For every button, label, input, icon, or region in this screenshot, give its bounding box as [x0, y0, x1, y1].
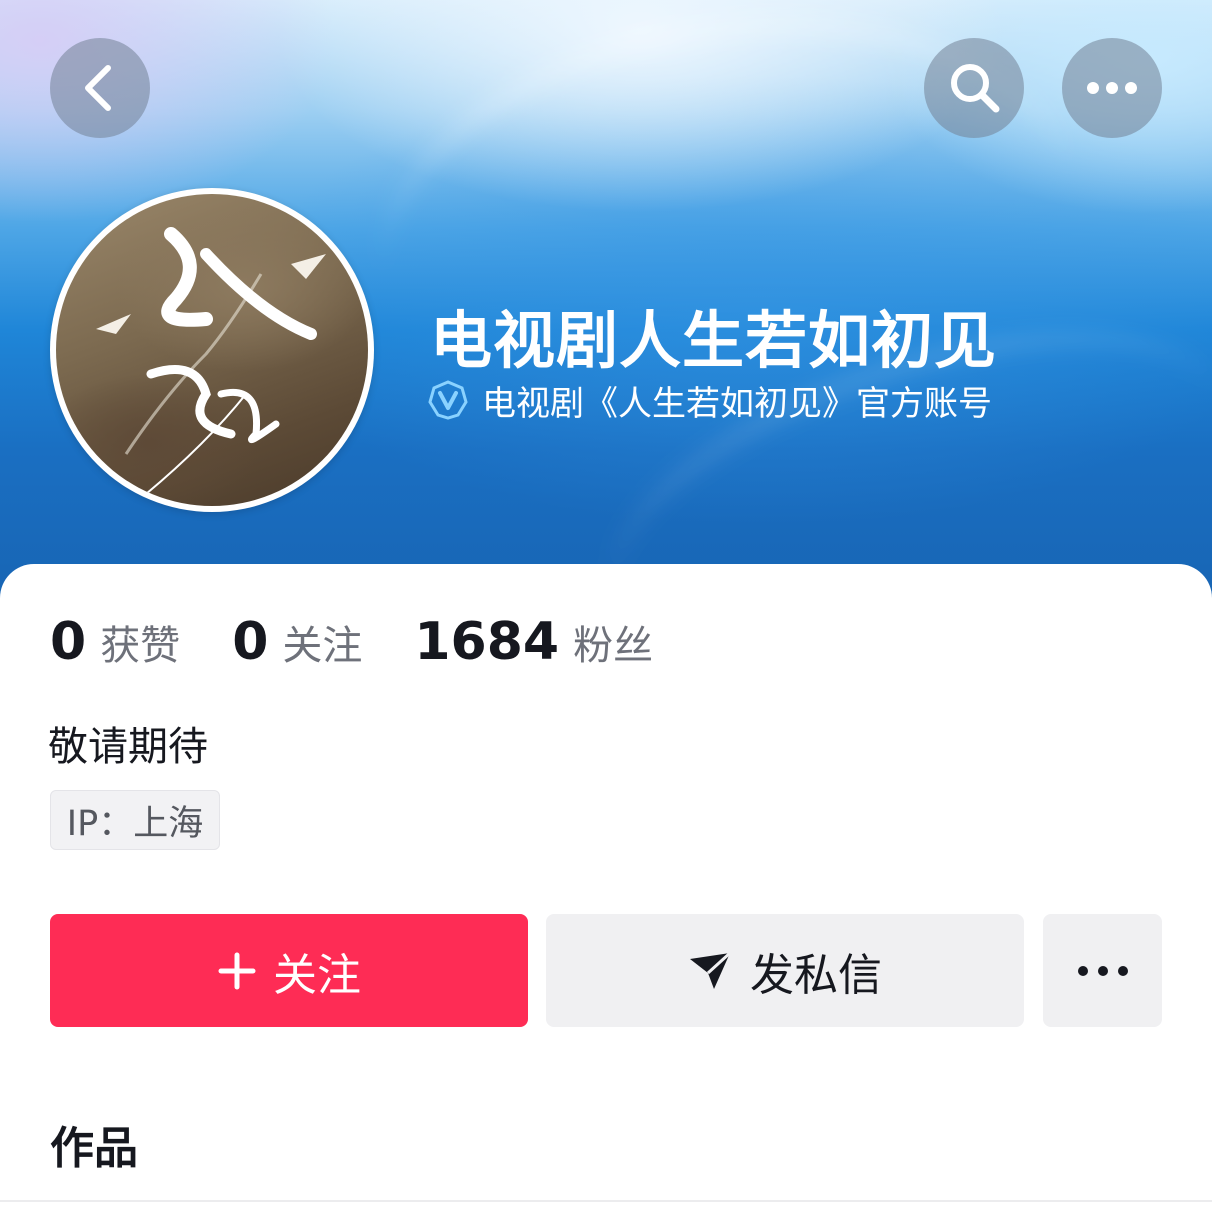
stat-value: 0 [50, 612, 87, 672]
stat-label: 关注 [282, 623, 363, 669]
profile-name: 电视剧人生若如初见 [430, 304, 998, 377]
stat-following[interactable]: 0 关注 [232, 612, 362, 672]
divider [0, 1200, 1212, 1202]
profile-bio: 敬请期待 [48, 724, 208, 770]
more-actions-button[interactable] [1043, 914, 1162, 1027]
more-button[interactable] [1062, 38, 1162, 138]
stat-label: 获赞 [100, 623, 181, 669]
plus-icon [218, 952, 256, 989]
send-message-button[interactable]: 发私信 [546, 914, 1024, 1027]
ip-location-tag: IP：上海 [50, 790, 220, 850]
follow-label: 关注 [273, 949, 361, 1001]
verified-row: 电视剧《人生若如初见》官方账号 [428, 378, 992, 424]
chevron-left-icon [85, 65, 111, 111]
send-icon [690, 951, 732, 989]
more-dots-icon [1077, 965, 1128, 976]
follow-button[interactable]: 关注 [50, 914, 528, 1027]
stat-likes[interactable]: 0 获赞 [50, 612, 180, 672]
send-message-label: 发私信 [750, 949, 882, 1001]
back-button[interactable] [50, 38, 150, 138]
tab-works[interactable]: 作品 [50, 1112, 138, 1176]
verified-text: 电视剧《人生若如初见》官方账号 [482, 383, 992, 424]
search-button[interactable] [924, 38, 1024, 138]
stat-label: 粉丝 [573, 623, 654, 669]
search-icon [951, 64, 1000, 113]
avatar-artwork [96, 227, 326, 495]
stat-value: 1684 [414, 612, 560, 672]
stat-value: 0 [232, 612, 269, 672]
avatar[interactable] [50, 188, 374, 512]
avatar-image [56, 194, 368, 506]
verified-v-icon [428, 380, 468, 420]
more-dots-icon [1087, 82, 1137, 94]
stat-followers[interactable]: 1684 粉丝 [414, 612, 653, 672]
stats-row: 0 获赞 0 关注 1684 粉丝 [50, 612, 705, 678]
profile-page: 电视剧人生若如初见 电视剧《人生若如初见》官方账号 0 获赞 0 关注 1684… [0, 0, 1212, 1224]
